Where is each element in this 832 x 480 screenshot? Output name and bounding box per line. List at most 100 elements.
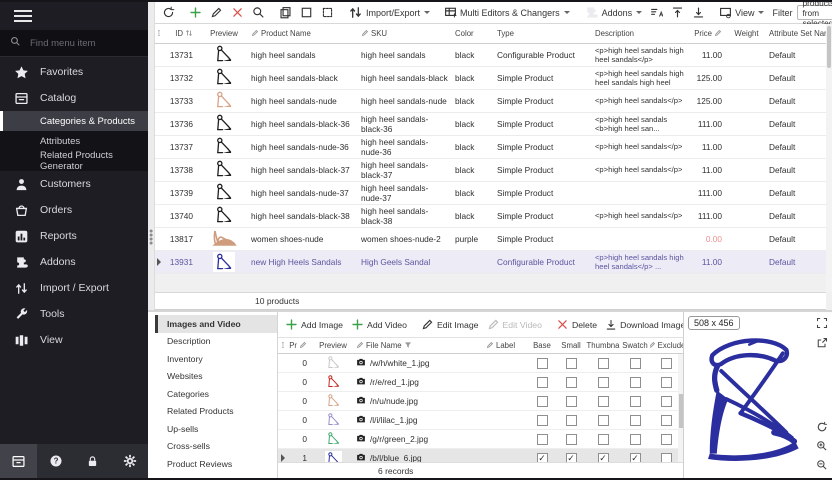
exclude-checkbox[interactable]	[661, 434, 672, 445]
sidebar-item-import-export[interactable]: Import / Export	[0, 275, 148, 301]
column-header-type[interactable]: Type	[494, 24, 592, 43]
add-image-button[interactable]: Add Image	[282, 316, 346, 333]
sidebar-item-orders[interactable]: Orders	[0, 197, 148, 223]
filter-select[interactable]: Show products from selected categories	[797, 5, 832, 20]
table-row[interactable]: 13817women shoes-nudewomen shoes-nude-2p…	[155, 228, 826, 251]
help-icon[interactable]: ?	[37, 444, 74, 478]
tab-related-products[interactable]: Related Products	[155, 403, 277, 421]
tab-up-sells[interactable]: Up-sells	[155, 420, 277, 438]
table-row[interactable]: 13738high heel sandals-black-37high heel…	[155, 159, 826, 182]
multi-editors-dropdown[interactable]: Multi Editors & Changers	[441, 4, 573, 21]
swatch-checkbox[interactable]	[630, 434, 641, 445]
sidebar-item-view[interactable]: View	[0, 327, 148, 353]
base-checkbox[interactable]	[537, 377, 548, 388]
sidebar-item-reports[interactable]: Reports	[0, 223, 148, 249]
thumbnail-checkbox[interactable]	[598, 396, 609, 407]
swatch-checkbox[interactable]	[630, 377, 641, 388]
image-row[interactable]: 0/w/h/white_1.jpg	[278, 354, 683, 373]
tab-categories[interactable]: Categories	[155, 385, 277, 403]
paste-special-button[interactable]	[318, 4, 337, 21]
exclude-checkbox[interactable]	[661, 358, 672, 369]
table-row[interactable]: 13731high heel sandalshigh heel sandalsb…	[155, 44, 826, 67]
download-image-button[interactable]: Download Image	[602, 317, 688, 333]
column-header-small[interactable]: Small	[556, 341, 586, 350]
search-button[interactable]	[249, 4, 268, 21]
base-checkbox[interactable]	[537, 434, 548, 445]
column-header-preview[interactable]: Preview	[312, 341, 354, 350]
table-row[interactable]: 13931new High Heels SandalsHigh Geels Sa…	[155, 251, 826, 274]
column-header-price[interactable]: Price	[688, 24, 727, 43]
thumbnail-checkbox[interactable]	[598, 434, 609, 445]
sidebar-item-catalog[interactable]: Catalog	[0, 85, 148, 111]
thumbnail-checkbox[interactable]	[598, 377, 609, 388]
column-header-sku[interactable]: SKU	[358, 24, 452, 43]
table-row[interactable]: 13737high heel sandals-nude-36high heel …	[155, 136, 826, 159]
tab-description[interactable]: Description	[155, 333, 277, 351]
zoom-in-icon[interactable]	[815, 439, 829, 453]
column-header-file-name[interactable]: File Name	[354, 341, 484, 351]
column-header-weight[interactable]: Weight	[727, 24, 766, 43]
column-header-base[interactable]: Base	[528, 341, 556, 350]
products-scrollbar-thumb[interactable]	[827, 26, 831, 68]
add-video-button[interactable]: Add Video	[348, 316, 410, 333]
sidebar-item-related-products-generator[interactable]: Related Products Generator	[0, 151, 148, 171]
table-row[interactable]: 13732high heel sandals-blackhigh heel sa…	[155, 67, 826, 90]
edit-image-button[interactable]: Edit Image	[418, 316, 482, 333]
tab-cross-sells[interactable]: Cross-sells	[155, 438, 277, 456]
store-icon[interactable]	[0, 444, 37, 478]
image-row[interactable]: 0/n/u/nude.jpg	[278, 392, 683, 411]
column-header-product-name[interactable]: Product Name	[248, 24, 358, 43]
small-checkbox[interactable]	[566, 377, 577, 388]
addons-dropdown[interactable]: Addons	[581, 3, 646, 22]
table-row[interactable]: 13733high heel sandals-nudehigh heel san…	[155, 90, 826, 113]
thumbnail-checkbox[interactable]	[598, 358, 609, 369]
column-header-id[interactable]: ID	[163, 24, 200, 43]
image-row[interactable]: 0/r/e/red_1.jpg	[278, 373, 683, 392]
small-checkbox[interactable]	[566, 415, 577, 426]
select-button[interactable]	[297, 4, 316, 21]
expand-rows-button[interactable]	[668, 4, 687, 21]
swatch-checkbox[interactable]	[630, 358, 641, 369]
column-header-pr[interactable]: Pr	[288, 341, 312, 351]
exclude-checkbox[interactable]	[661, 377, 672, 388]
menu-search-input[interactable]	[28, 37, 128, 50]
font-size-button[interactable]	[647, 4, 666, 21]
table-row[interactable]: 13740high heel sandals-black-38high heel…	[155, 205, 826, 228]
small-checkbox[interactable]	[566, 434, 577, 445]
import-export-dropdown[interactable]: Import/Export	[345, 3, 433, 22]
column-header-exclude[interactable]: Exclude	[650, 341, 683, 351]
refresh-button[interactable]	[159, 4, 178, 21]
fullscreen-icon[interactable]	[815, 316, 829, 330]
hamburger-menu-icon[interactable]	[0, 2, 148, 30]
swatch-checkbox[interactable]	[630, 415, 641, 426]
image-row[interactable]: 0/l/i/lilac_1.jpg	[278, 411, 683, 430]
collapse-rows-button[interactable]	[689, 4, 708, 21]
copy-button[interactable]	[276, 4, 295, 21]
tab-inventory[interactable]: Inventory	[155, 350, 277, 368]
lock-icon[interactable]	[74, 444, 111, 478]
column-header-description[interactable]: Description	[592, 24, 688, 43]
thumbnail-checkbox[interactable]	[598, 415, 609, 426]
add-product-button[interactable]	[186, 4, 205, 21]
sidebar-item-categories-products[interactable]: Categories & Products	[0, 111, 148, 131]
sidebar-search[interactable]	[0, 30, 148, 57]
image-row[interactable]: 0/g/r/green_2.jpg	[278, 430, 683, 449]
column-header-thumbna[interactable]: Thumbna	[586, 341, 620, 350]
exclude-checkbox[interactable]	[661, 415, 672, 426]
base-checkbox[interactable]	[537, 415, 548, 426]
delete-product-button[interactable]	[228, 4, 247, 21]
tab-images-and-video[interactable]: Images and Video	[155, 315, 277, 333]
base-checkbox[interactable]	[537, 396, 548, 407]
zoom-out-icon[interactable]	[815, 458, 829, 472]
sidebar-item-addons[interactable]: Addons	[0, 249, 148, 275]
rotate-icon[interactable]	[815, 420, 829, 434]
table-row[interactable]: 13739high heel sandals-nude-37high heel …	[155, 182, 826, 205]
open-external-icon[interactable]	[815, 336, 829, 350]
column-header-label[interactable]: Label	[484, 341, 528, 351]
swatch-checkbox[interactable]	[630, 396, 641, 407]
tab-product-reviews[interactable]: Product Reviews	[155, 455, 277, 473]
exclude-checkbox[interactable]	[661, 396, 672, 407]
column-header-swatch[interactable]: Swatch	[620, 341, 650, 350]
settings-icon[interactable]	[111, 444, 148, 478]
sidebar-item-favorites[interactable]: Favorites	[0, 59, 148, 85]
